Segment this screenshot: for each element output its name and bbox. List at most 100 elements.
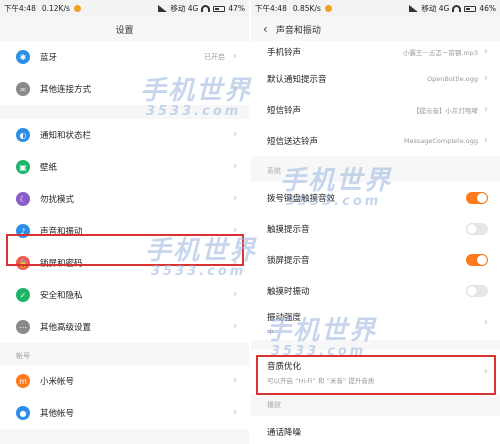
settings-item-label: 其他帐号	[40, 409, 75, 419]
settings-item-label: 其他高级设置	[40, 323, 92, 333]
back-arrow-icon[interactable]: ‹	[263, 23, 268, 35]
ringtone-row[interactable]: 手机铃声 小霸王－忐忑－前钢.mp3 ›	[251, 41, 500, 63]
settings-item-label: 其他连接方式	[40, 85, 92, 95]
connection-icon: ∞	[16, 82, 30, 96]
toggle-switch[interactable]	[466, 253, 488, 266]
wifi-icon	[201, 5, 211, 12]
status-speed: 0.85K/s	[292, 4, 321, 13]
settings-item[interactable]: ∞ 其他连接方式 ›	[0, 73, 249, 105]
settings-item-label: 通知和状态栏	[40, 131, 92, 141]
status-carrier: 移动 4G	[421, 4, 450, 13]
chevron-right-icon: ›	[484, 317, 488, 328]
vibration-strength-value: 中	[267, 327, 274, 336]
wallpaper-icon: ▣	[16, 160, 30, 174]
toggle-row: 拨号键盘触摸音效	[251, 182, 500, 213]
mi-account-icon: m	[16, 374, 30, 388]
section-label-playback: 播放	[251, 394, 500, 416]
chevron-right-icon: ›	[233, 289, 237, 300]
more-icon: ⋯	[16, 320, 30, 334]
chevron-right-icon: ›	[233, 321, 237, 332]
page-title: 设置	[0, 17, 249, 41]
toggle-label: 锁屏提示音	[267, 255, 310, 266]
toggle-label: 拨号键盘触摸音效	[267, 193, 336, 204]
chevron-right-icon: ›	[233, 407, 237, 418]
chevron-right-icon: ›	[484, 72, 488, 84]
warning-icon	[324, 5, 332, 12]
connection-group: ✱ 蓝牙 已开启 › ∞ 其他连接方式 ›	[0, 41, 249, 105]
signal-icon	[158, 5, 168, 12]
account-group: m 小米帐号 › ● 其他帐号 ›	[0, 365, 249, 429]
bluetooth-icon: ✱	[16, 50, 30, 64]
status-battery: 46%	[479, 4, 496, 13]
status-time: 下午4:48	[4, 4, 36, 13]
settings-item[interactable]: m 小米帐号 ›	[0, 365, 249, 397]
section-label-account: 帐号	[16, 352, 30, 360]
settings-item-label: 小米帐号	[40, 377, 75, 387]
settings-item[interactable]: ✱ 蓝牙 已开启 ›	[0, 41, 249, 73]
status-bar: 下午4:48 0.12K/s 移动 4G 47%	[0, 0, 249, 17]
chevron-right-icon: ›	[233, 129, 237, 140]
ringtone-value: MessageComplete.ogg	[403, 136, 478, 145]
ringtone-list: 手机铃声 小霸王－忐忑－前钢.mp3 › 默认通知提示音 OpenBottle.ogg ›…	[251, 41, 500, 156]
chevron-right-icon: ›	[233, 375, 237, 386]
status-bar: 下午4:48 0.85K/s 移动 4G 46%	[251, 0, 500, 17]
settings-item-label: 勿扰模式	[40, 195, 75, 205]
moon-icon: ☾	[16, 192, 30, 206]
section-label-system: 系统	[251, 156, 500, 182]
toggle-row: 触摸提示音	[251, 213, 500, 244]
status-battery: 47%	[228, 4, 245, 13]
ringtone-label: 短信铃声	[267, 105, 302, 116]
highlight-box-audio	[256, 355, 496, 395]
vibration-strength-row[interactable]: 振动强度 中 ›	[251, 306, 500, 340]
shield-icon: ✓	[16, 288, 30, 302]
chevron-right-icon: ›	[233, 83, 237, 94]
chevron-right-icon: ›	[233, 193, 237, 204]
ringtone-row[interactable]: 短信送达铃声 MessageComplete.ogg ›	[251, 125, 500, 156]
ringtone-value: 小霸王－忐忑－前钢.mp3	[402, 49, 478, 57]
settings-item-label: 壁纸	[40, 163, 58, 173]
chevron-right-icon: ›	[233, 161, 237, 172]
status-speed: 0.12K/s	[41, 4, 70, 13]
toggle-switch[interactable]	[466, 284, 488, 297]
ringtone-label: 默认通知提示音	[267, 74, 327, 85]
settings-item[interactable]: ▣ 壁纸 ›	[0, 151, 249, 183]
status-time: 下午4:48	[255, 4, 287, 13]
settings-item-label: 蓝牙	[40, 53, 58, 63]
battery-icon	[213, 5, 226, 12]
ringtone-value: OpenBottle.ogg	[427, 74, 478, 83]
chevron-right-icon: ›	[233, 51, 237, 62]
ringtone-row[interactable]: 默认通知提示音 OpenBottle.ogg ›	[251, 63, 500, 94]
ringtone-label: 手机铃声	[267, 48, 302, 58]
toggle-switch[interactable]	[466, 222, 488, 235]
settings-item[interactable]: ● 其他帐号 ›	[0, 397, 249, 429]
settings-item[interactable]: ✓ 安全和隐私 ›	[0, 279, 249, 311]
signal-icon	[409, 5, 419, 12]
system-toggle-list: 拨号键盘触摸音效 触摸提示音 锁屏提示音 触摸时振动	[251, 182, 500, 306]
settings-item[interactable]: ☾ 勿扰模式 ›	[0, 183, 249, 215]
personal-group: ◐ 通知和状态栏 › ▣ 壁纸 › ☾ 勿扰模式 › ♪ 声音和振动 › 🔒 锁屏和密码 › ✓ 安全和隐私 › ⋯…	[0, 119, 249, 343]
wifi-icon	[452, 5, 462, 12]
vibration-strength-label: 振动强度	[267, 312, 302, 323]
toggle-switch[interactable]	[466, 191, 488, 204]
ringtone-value: 【提示音】小灰灯咆哮	[413, 106, 478, 115]
ringtone-label: 短信送达铃声	[267, 136, 319, 147]
title-bar: ‹ 声音和振动	[251, 17, 500, 41]
settings-item-label: 安全和隐私	[40, 291, 83, 301]
ringtone-row[interactable]: 短信铃声 【提示音】小灰灯咆哮 ›	[251, 94, 500, 125]
settings-item-value: 已开启	[204, 53, 225, 61]
toggle-row: 锁屏提示音	[251, 244, 500, 275]
notification-icon: ◐	[16, 128, 30, 142]
noise-reduction-row[interactable]: 通话降噪	[251, 416, 500, 444]
page-title: 声音和振动	[275, 25, 321, 36]
chevron-right-icon: ›	[484, 46, 488, 57]
settings-item[interactable]: ◐ 通知和状态栏 ›	[0, 119, 249, 151]
warning-icon	[73, 5, 81, 12]
toggle-label: 触摸提示音	[267, 224, 310, 235]
sound-vibration-screen: 下午4:48 0.85K/s 移动 4G 46% ‹ 声音和振动 手机铃声 小霸王…	[251, 0, 500, 444]
settings-item[interactable]: ⋯ 其他高级设置 ›	[0, 311, 249, 343]
account-icon: ●	[16, 406, 30, 420]
noise-reduction-label: 通话降噪	[267, 427, 302, 438]
chevron-right-icon: ›	[484, 103, 488, 115]
highlight-box-sound	[6, 234, 244, 266]
battery-icon	[464, 5, 477, 12]
